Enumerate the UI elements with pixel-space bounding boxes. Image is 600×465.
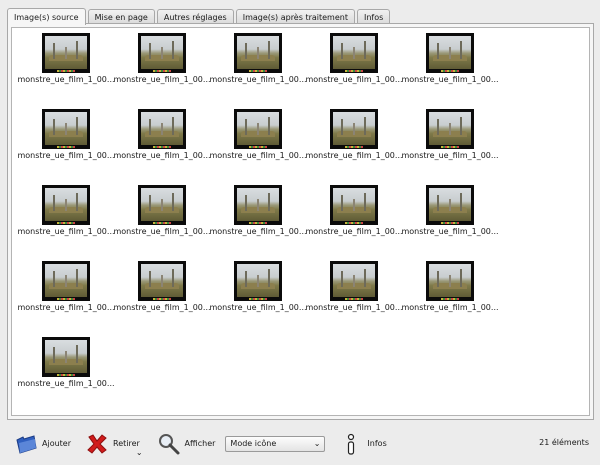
remove-button[interactable]: Retirer ⌄ <box>81 429 151 459</box>
image-thumbnail <box>426 261 474 301</box>
view-button[interactable]: Afficher <box>153 429 220 459</box>
bottom-toolbar: Ajouter Retirer ⌄ Afficher Mode icône ⌄ <box>0 422 600 465</box>
image-thumbnail-item[interactable]: monstre_ue_film_1_00... <box>305 32 403 104</box>
image-thumbnail-item[interactable]: monstre_ue_film_1_00... <box>17 184 115 256</box>
image-filename: monstre_ue_film_1_00... <box>113 151 211 160</box>
image-filename: monstre_ue_film_1_00... <box>17 303 115 312</box>
image-thumbnail <box>426 33 474 73</box>
image-thumbnail <box>330 109 378 149</box>
image-thumbnail <box>42 109 90 149</box>
image-thumbnail <box>330 33 378 73</box>
image-filename: monstre_ue_film_1_00... <box>209 75 307 84</box>
image-thumbnail <box>234 261 282 301</box>
image-filename: monstre_ue_film_1_00... <box>305 303 403 312</box>
image-thumbnail-item[interactable]: monstre_ue_film_1_00... <box>305 108 403 180</box>
image-thumbnail <box>330 185 378 225</box>
image-thumbnail-item[interactable]: monstre_ue_film_1_00... <box>305 184 403 256</box>
image-thumbnail <box>42 33 90 73</box>
tab-infos[interactable]: Infos <box>356 9 391 24</box>
image-filename: monstre_ue_film_1_00... <box>401 303 499 312</box>
image-filename: monstre_ue_film_1_00... <box>305 151 403 160</box>
image-thumbnail-item[interactable]: monstre_ue_film_1_00... <box>209 32 307 104</box>
image-thumbnail-item[interactable]: monstre_ue_film_1_00... <box>17 260 115 332</box>
image-thumbnail-item[interactable]: monstre_ue_film_1_00... <box>305 260 403 332</box>
image-thumbnail-item[interactable]: monstre_ue_film_1_00... <box>209 184 307 256</box>
view-mode-select[interactable]: Mode icône ⌄ <box>225 435 326 452</box>
image-thumbnail-item[interactable]: monstre_ue_film_1_00... <box>401 32 499 104</box>
image-filename: monstre_ue_film_1_00... <box>305 75 403 84</box>
magnifier-icon <box>157 432 181 456</box>
image-thumbnail-item[interactable]: monstre_ue_film_1_00... <box>113 184 211 256</box>
thumbnail-grid: monstre_ue_film_1_00... monstre_ue_film_1… <box>17 32 499 408</box>
image-filename: monstre_ue_film_1_00... <box>401 227 499 236</box>
add-button-label: Ajouter <box>42 439 72 448</box>
tab-image-source[interactable]: Image(s) source <box>7 8 86 25</box>
image-filename: monstre_ue_film_1_00... <box>209 227 307 236</box>
chevron-down-icon[interactable]: ⌄ <box>136 448 143 457</box>
info-icon <box>339 432 363 456</box>
image-thumbnail-item[interactable]: monstre_ue_film_1_00... <box>113 108 211 180</box>
info-button[interactable]: Infos <box>335 429 390 459</box>
image-thumbnail <box>42 337 90 377</box>
image-filename: monstre_ue_film_1_00... <box>17 379 115 388</box>
image-thumbnail-item[interactable]: monstre_ue_film_1_00... <box>401 184 499 256</box>
image-filename: monstre_ue_film_1_00... <box>209 303 307 312</box>
image-filename: monstre_ue_film_1_00... <box>17 151 115 160</box>
image-thumbnail <box>234 185 282 225</box>
item-count: 21 éléments <box>539 438 589 447</box>
image-thumbnail <box>426 109 474 149</box>
tab-panel: monstre_ue_film_1_00... monstre_ue_film_1… <box>7 23 594 420</box>
view-mode-value: Mode icône <box>230 439 277 448</box>
image-thumbnail <box>138 185 186 225</box>
tab-mise-en-page[interactable]: Mise en page <box>87 9 155 24</box>
image-thumbnail <box>42 185 90 225</box>
image-thumbnail <box>330 261 378 301</box>
image-list-view[interactable]: monstre_ue_film_1_00... monstre_ue_film_1… <box>11 27 590 416</box>
image-thumbnail-item[interactable]: monstre_ue_film_1_00... <box>209 260 307 332</box>
image-thumbnail <box>138 33 186 73</box>
image-thumbnail-item[interactable]: monstre_ue_film_1_00... <box>17 32 115 104</box>
add-button[interactable]: Ajouter <box>10 429 75 459</box>
tab-bar: Image(s) source Mise en page Autres régl… <box>7 7 392 25</box>
image-thumbnail <box>138 109 186 149</box>
image-filename: monstre_ue_film_1_00... <box>401 151 499 160</box>
tab-image-apres-traitement[interactable]: Image(s) après traitement <box>235 9 355 24</box>
image-thumbnail <box>234 33 282 73</box>
image-thumbnail-item[interactable]: monstre_ue_film_1_00... <box>113 260 211 332</box>
image-thumbnail <box>42 261 90 301</box>
image-thumbnail-item[interactable]: monstre_ue_film_1_00... <box>209 108 307 180</box>
info-button-label: Infos <box>367 439 387 448</box>
image-thumbnail <box>138 261 186 301</box>
tab-autres-reglages[interactable]: Autres réglages <box>156 9 234 24</box>
image-filename: monstre_ue_film_1_00... <box>17 227 115 236</box>
image-thumbnail-item[interactable]: monstre_ue_film_1_00... <box>17 108 115 180</box>
image-filename: monstre_ue_film_1_00... <box>113 303 211 312</box>
image-thumbnail-item[interactable]: monstre_ue_film_1_00... <box>401 108 499 180</box>
image-filename: monstre_ue_film_1_00... <box>17 75 115 84</box>
image-filename: monstre_ue_film_1_00... <box>401 75 499 84</box>
view-button-label: Afficher <box>184 439 216 448</box>
image-thumbnail <box>426 185 474 225</box>
folder-open-icon <box>14 432 38 456</box>
image-thumbnail-item[interactable]: monstre_ue_film_1_00... <box>17 336 115 408</box>
remove-button-label: Retirer <box>113 439 140 448</box>
image-filename: monstre_ue_film_1_00... <box>113 227 211 236</box>
image-thumbnail-item[interactable]: monstre_ue_film_1_00... <box>401 260 499 332</box>
image-filename: monstre_ue_film_1_00... <box>113 75 211 84</box>
image-thumbnail-item[interactable]: monstre_ue_film_1_00... <box>113 32 211 104</box>
chevron-down-icon: ⌄ <box>313 439 321 448</box>
image-filename: monstre_ue_film_1_00... <box>305 227 403 236</box>
image-filename: monstre_ue_film_1_00... <box>209 151 307 160</box>
image-thumbnail <box>234 109 282 149</box>
red-x-icon <box>85 432 109 456</box>
